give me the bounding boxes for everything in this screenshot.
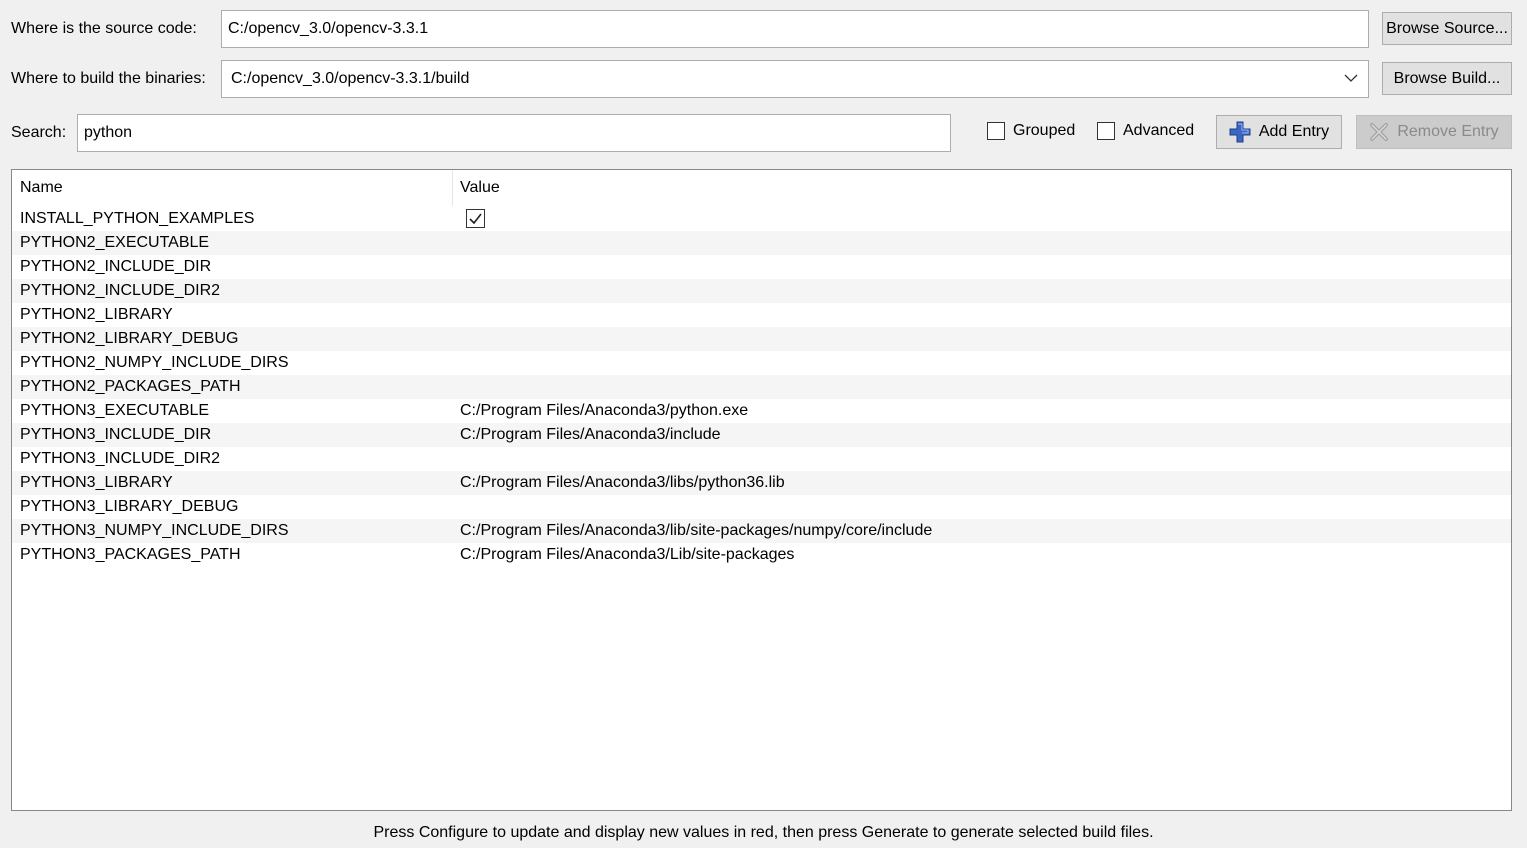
build-path-value: C:/opencv_3.0/opencv-3.3.1/build: [231, 70, 470, 87]
entry-name: PYTHON3_EXECUTABLE: [20, 402, 210, 419]
table-rows: INSTALL_PYTHON_EXAMPLES PYTHON2_EXECUTABL…: [12, 207, 1511, 567]
grouped-label: Grouped: [1013, 122, 1076, 139]
table-row[interactable]: PYTHON3_INCLUDE_DIR C:/Program Files/Anac…: [12, 423, 1511, 447]
name-column-header[interactable]: Name: [20, 179, 63, 197]
table-row[interactable]: PYTHON2_PACKAGES_PATH: [12, 375, 1511, 399]
value-column-header[interactable]: Value: [460, 179, 500, 197]
plus-icon: [1229, 121, 1251, 143]
search-label: Search:: [11, 124, 67, 141]
entry-value: C:/Program Files/Anaconda3/libs/python36…: [460, 474, 785, 491]
table-row[interactable]: PYTHON3_LIBRARY C:/Program Files/Anaconda…: [12, 471, 1511, 495]
remove-entry-label: Remove Entry: [1397, 123, 1499, 140]
build-path-combobox[interactable]: C:/opencv_3.0/opencv-3.3.1/build: [221, 60, 1369, 98]
grouped-checkbox[interactable]: Grouped: [987, 122, 1075, 140]
advanced-checkbox[interactable]: Advanced: [1097, 122, 1194, 140]
entry-name: PYTHON2_NUMPY_INCLUDE_DIRS: [20, 354, 289, 371]
remove-x-icon: [1370, 123, 1389, 141]
entry-name: PYTHON3_PACKAGES_PATH: [20, 546, 241, 563]
table-row[interactable]: PYTHON3_PACKAGES_PATH C:/Program Files/An…: [12, 543, 1511, 567]
browse-build-label: Browse Build...: [1393, 69, 1501, 87]
browse-source-button[interactable]: Browse Source...: [1382, 12, 1512, 45]
add-entry-label: Add Entry: [1258, 123, 1330, 140]
source-path-value: C:/opencv_3.0/opencv-3.3.1: [228, 20, 429, 37]
entry-value: C:/Program Files/Anaconda3/lib/site-pack…: [460, 522, 933, 539]
table-row[interactable]: PYTHON2_INCLUDE_DIR2: [12, 279, 1511, 303]
entry-name: PYTHON3_INCLUDE_DIR2: [20, 450, 221, 467]
table-row[interactable]: PYTHON3_EXECUTABLE C:/Program Files/Anaco…: [12, 399, 1511, 423]
grouped-checkbox-box[interactable]: [987, 122, 1005, 140]
table-row[interactable]: PYTHON2_EXECUTABLE: [12, 231, 1511, 255]
advanced-label: Advanced: [1123, 122, 1195, 139]
table-row[interactable]: PYTHON3_INCLUDE_DIR2: [12, 447, 1511, 471]
table-row[interactable]: PYTHON3_LIBRARY_DEBUG: [12, 495, 1511, 519]
entry-value: C:/Program Files/Anaconda3/include: [460, 426, 721, 443]
entry-name: PYTHON3_INCLUDE_DIR: [20, 426, 212, 443]
source-path-input[interactable]: C:/opencv_3.0/opencv-3.3.1: [221, 10, 1369, 48]
entry-value: C:/Program Files/Anaconda3/python.exe: [460, 402, 749, 419]
entry-name: INSTALL_PYTHON_EXAMPLES: [20, 210, 255, 227]
entry-name: PYTHON2_INCLUDE_DIR2: [20, 282, 221, 299]
entry-name: PYTHON2_EXECUTABLE: [20, 234, 210, 251]
entry-value: C:/Program Files/Anaconda3/Lib/site-pack…: [460, 546, 795, 563]
table-row[interactable]: PYTHON2_NUMPY_INCLUDE_DIRS: [12, 351, 1511, 375]
entry-name: PYTHON2_LIBRARY_DEBUG: [20, 330, 239, 347]
entry-name: PYTHON2_PACKAGES_PATH: [20, 378, 241, 395]
table-row[interactable]: PYTHON2_LIBRARY: [12, 303, 1511, 327]
table-row[interactable]: PYTHON3_NUMPY_INCLUDE_DIRS C:/Program Fil…: [12, 519, 1511, 543]
checkmark-icon: [469, 213, 482, 225]
search-input[interactable]: python: [77, 114, 951, 152]
add-entry-button[interactable]: Add Entry: [1216, 115, 1342, 149]
advanced-checkbox-box[interactable]: [1097, 122, 1115, 140]
entry-value-checkbox[interactable]: [466, 209, 485, 228]
cache-entries-table[interactable]: Name Value INSTALL_PYTHON_EXAMPLES PYTHON…: [11, 169, 1512, 811]
build-label: Where to build the binaries:: [11, 70, 206, 87]
entry-name: PYTHON2_LIBRARY: [20, 306, 173, 323]
table-row[interactable]: PYTHON2_LIBRARY_DEBUG: [12, 327, 1511, 351]
remove-entry-button[interactable]: Remove Entry: [1356, 115, 1512, 149]
entry-name: PYTHON2_INCLUDE_DIR: [20, 258, 212, 275]
browse-build-button[interactable]: Browse Build...: [1382, 62, 1512, 95]
entry-name: PYTHON3_LIBRARY_DEBUG: [20, 498, 239, 515]
column-divider[interactable]: [452, 170, 453, 206]
status-message: Press Configure to update and display ne…: [373, 824, 1154, 841]
table-header: Name Value: [12, 170, 1511, 206]
table-row[interactable]: PYTHON2_INCLUDE_DIR: [12, 255, 1511, 279]
table-row[interactable]: INSTALL_PYTHON_EXAMPLES: [12, 207, 1511, 231]
source-label: Where is the source code:: [11, 20, 197, 37]
entry-name: PYTHON3_LIBRARY: [20, 474, 173, 491]
browse-source-label: Browse Source...: [1386, 19, 1508, 37]
chevron-down-icon[interactable]: [1344, 74, 1358, 82]
search-value: python: [84, 124, 133, 141]
entry-name: PYTHON3_NUMPY_INCLUDE_DIRS: [20, 522, 289, 539]
